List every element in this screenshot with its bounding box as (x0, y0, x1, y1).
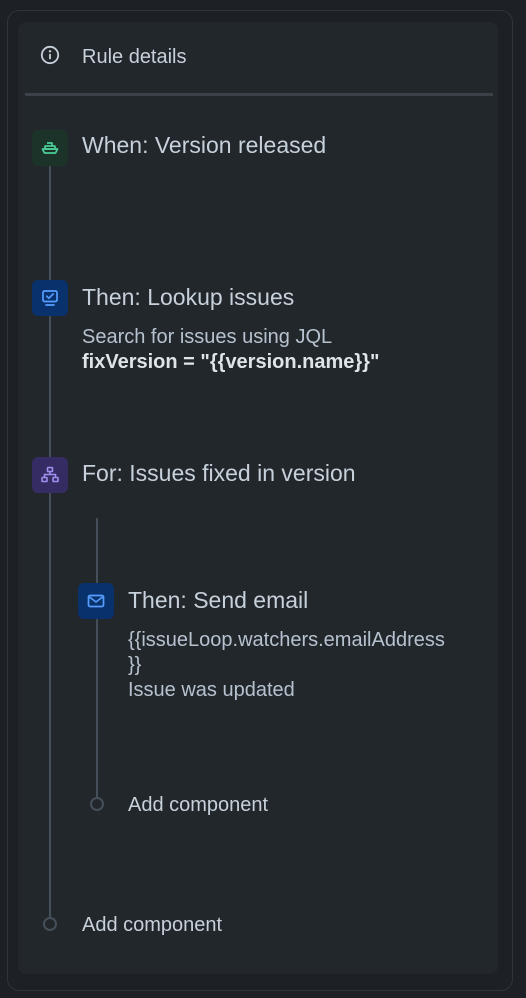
trigger-title[interactable]: When: Version released (82, 131, 326, 159)
ship-icon (40, 138, 60, 158)
email-icon-tile[interactable] (78, 583, 114, 619)
email-subject: Issue was updated (128, 679, 295, 701)
branch-icon-tile[interactable] (32, 457, 68, 493)
lookup-jql-query: fixVersion = "{{version.name}}" (82, 351, 380, 373)
lookup-description: Search for issues using JQL fixVersion =… (82, 325, 379, 375)
trigger-icon-tile[interactable] (32, 130, 68, 166)
email-icon (86, 591, 106, 611)
rule-details-header[interactable]: Rule details (18, 22, 498, 94)
add-component-button[interactable]: Add component (82, 913, 222, 937)
branch-add-component-button[interactable]: Add component (128, 793, 268, 817)
hierarchy-icon (40, 465, 60, 485)
email-title[interactable]: Then: Send email (128, 586, 308, 614)
lookup-description-text: Search for issues using JQL (82, 326, 333, 348)
monitor-check-icon (40, 288, 60, 308)
email-recipient-line-2: }} (128, 654, 142, 676)
branch-add-component-dot[interactable] (90, 797, 104, 811)
lookup-icon-tile[interactable] (32, 280, 68, 316)
branch-title[interactable]: For: Issues fixed in version (82, 459, 356, 487)
rule-details-panel: Rule details When: Version released Then… (18, 22, 498, 974)
branch-connector-line (96, 518, 98, 798)
rule-details-title: Rule details (82, 46, 187, 68)
add-component-dot[interactable] (43, 917, 57, 931)
lookup-title[interactable]: Then: Lookup issues (82, 283, 294, 311)
header-divider (25, 93, 493, 96)
email-recipient-line-1: {{issueLoop.watchers.emailAddress (128, 629, 445, 651)
email-description: {{issueLoop.watchers.emailAddress }} Iss… (128, 628, 445, 703)
info-icon (40, 45, 60, 65)
